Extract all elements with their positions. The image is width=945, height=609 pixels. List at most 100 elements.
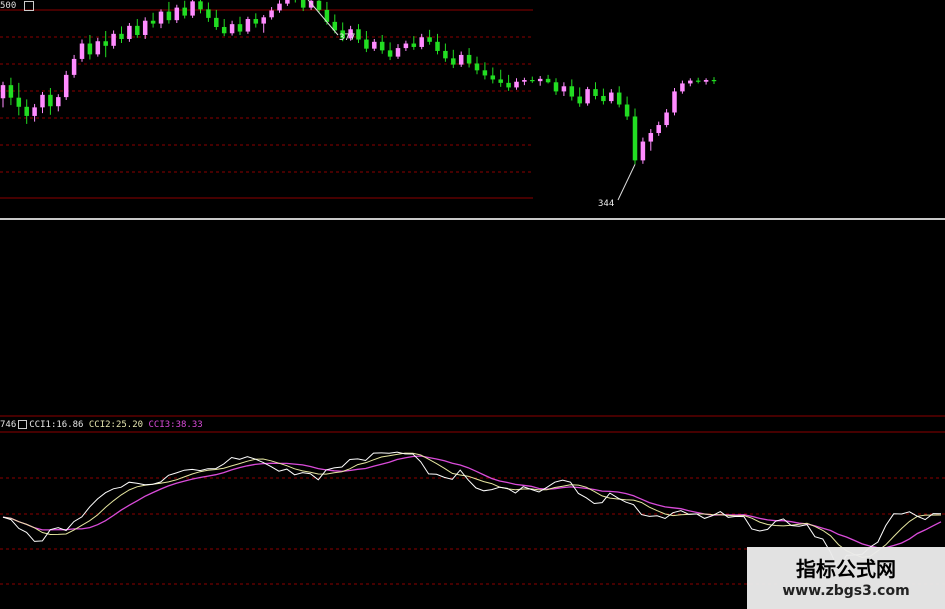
cci-panel-header: 746 CCI1:16.86 CCI2:25.20 CCI3:38.33 [0, 419, 203, 431]
candle [569, 79, 575, 101]
candle-body [158, 11, 164, 24]
candle-body [530, 80, 535, 82]
candle-body [103, 41, 108, 46]
candle [103, 30, 108, 58]
candle [332, 14, 338, 34]
candle-body [253, 19, 259, 24]
candle [395, 44, 401, 59]
candle [593, 82, 598, 100]
candle [451, 49, 456, 69]
candle [63, 70, 69, 100]
cci3-line [2, 455, 942, 549]
candle [253, 13, 259, 28]
candle [616, 86, 622, 108]
candle-body [427, 37, 432, 42]
candle [561, 82, 567, 96]
candle [506, 74, 511, 91]
price-grid-lines [0, 9, 945, 220]
candle-body [474, 63, 480, 71]
candle-body [616, 92, 622, 105]
candle [403, 40, 409, 51]
candle-body [277, 3, 282, 11]
candle-body [395, 48, 401, 57]
candle-body [672, 91, 677, 113]
candle [166, 1, 172, 24]
candle [711, 77, 717, 84]
candle-body [32, 107, 37, 116]
candle-body [0, 85, 6, 99]
candle [261, 15, 266, 33]
candle [0, 81, 6, 108]
candle-body [577, 96, 582, 104]
candle [135, 19, 140, 38]
candle [190, 0, 195, 18]
low-marker-line [617, 164, 636, 201]
candle [56, 94, 61, 112]
candle-body [316, 0, 322, 10]
candle-body [648, 133, 654, 142]
candle [609, 89, 614, 104]
candle-body [411, 43, 417, 47]
candle-body [63, 74, 69, 98]
candle [419, 33, 424, 50]
candle [601, 88, 606, 105]
candle [79, 39, 85, 62]
candle-body [656, 125, 661, 134]
candle-body [609, 92, 614, 102]
candle [624, 96, 630, 120]
candle-body [498, 79, 503, 83]
high-price-label: 377 [339, 33, 356, 43]
candle-body [364, 39, 369, 49]
candle-body [135, 25, 140, 35]
candle-body [695, 80, 701, 82]
candle-body [245, 19, 251, 32]
candle [648, 129, 654, 151]
candle [458, 51, 464, 67]
candle-body [688, 80, 693, 84]
candle [640, 137, 646, 164]
panel-settings-box-icon[interactable] [24, 0, 35, 11]
candle [514, 78, 519, 90]
candle [553, 78, 559, 95]
candle-body [514, 81, 519, 88]
candle-body [403, 43, 409, 49]
candle-body [356, 29, 361, 40]
candle-body [48, 94, 53, 107]
candle [372, 38, 377, 51]
candle [443, 43, 448, 62]
candle [277, 0, 282, 13]
candle-body [79, 43, 85, 59]
candle [466, 48, 472, 68]
candle [16, 82, 22, 116]
candle-body [221, 27, 227, 34]
candle-body [300, 0, 306, 8]
price-panel-header: 500 [0, 0, 35, 12]
cci-settings-box-icon[interactable] [18, 420, 28, 429]
candle-body [142, 20, 148, 35]
candle-body [229, 24, 235, 34]
candle [40, 91, 45, 114]
candle [294, 0, 296, 3]
candle [245, 16, 251, 34]
candle [703, 78, 709, 85]
candle-body [269, 10, 274, 18]
candle-body [522, 80, 527, 82]
candle-body [190, 1, 195, 16]
candle-body [703, 80, 709, 82]
candle-body [214, 17, 219, 27]
candle-body [261, 17, 266, 24]
candle-body [372, 41, 377, 49]
candle-body [458, 54, 464, 65]
candle-body [119, 33, 124, 39]
candle-body [166, 11, 172, 21]
watermark: 指标公式网 www.zbgs3.com [747, 547, 945, 609]
candle-body [95, 41, 101, 55]
candle-body [601, 95, 606, 102]
candle [95, 37, 101, 57]
candle-body [111, 33, 116, 46]
candle-body [482, 70, 488, 76]
candle-body [640, 141, 646, 161]
candle [174, 4, 180, 24]
candle [537, 76, 543, 86]
candle-body [174, 7, 180, 21]
